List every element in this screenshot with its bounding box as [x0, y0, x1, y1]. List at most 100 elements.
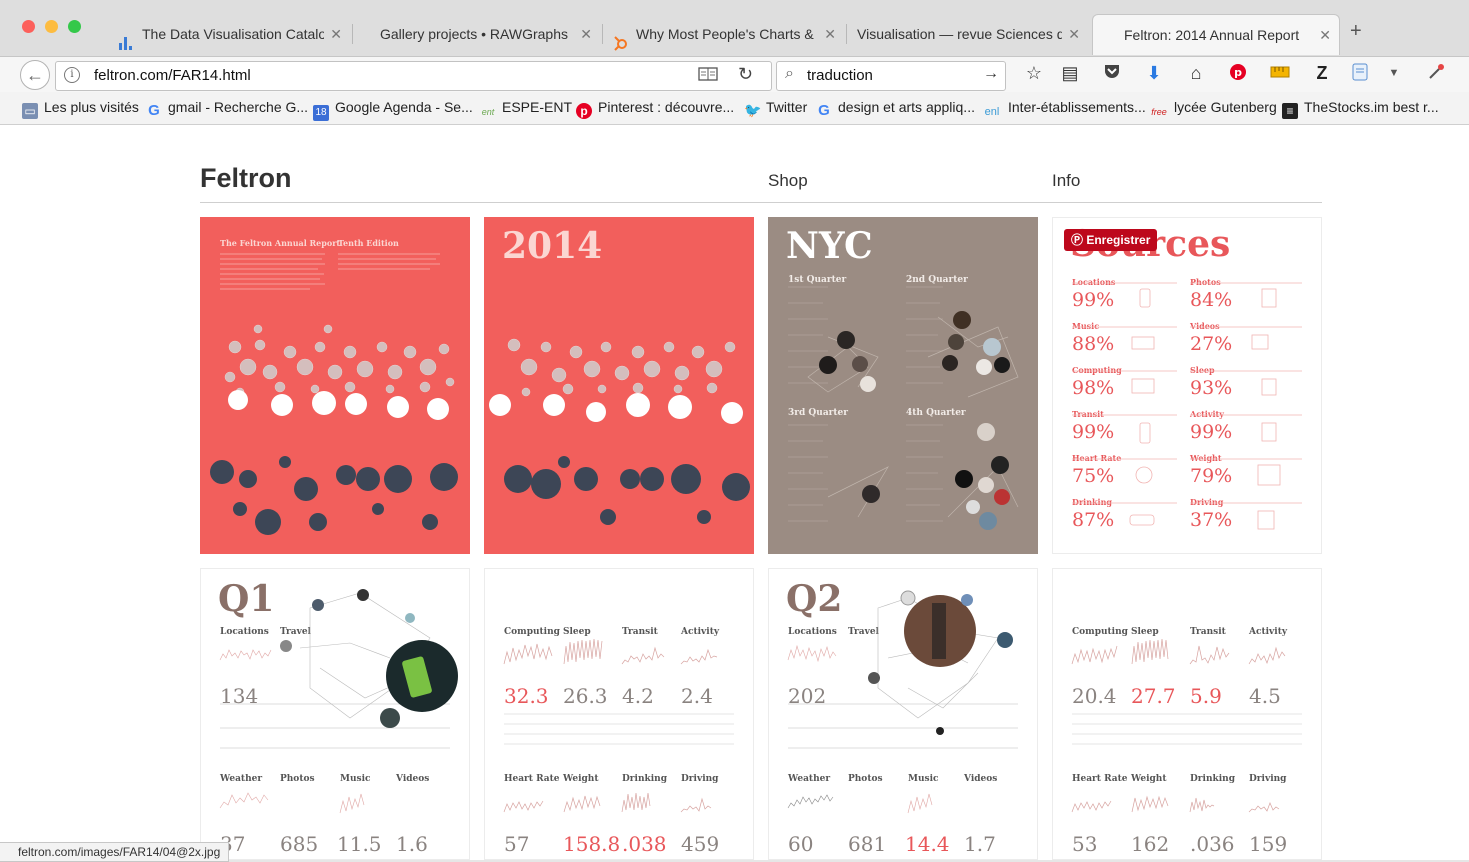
report-page-cover[interactable]: The Feltron Annual Report Tenth Edition	[200, 217, 470, 554]
pinterest-save-label: Enregistrer	[1086, 233, 1151, 247]
bookmark-label: Twitter	[766, 99, 808, 115]
tab-label: Gallery projects • RAWGraphs	[380, 26, 568, 42]
bookmark-google-agenda[interactable]: 18 Google Agenda - Se...	[313, 99, 473, 121]
search-bar[interactable]: ⌕ traduction →	[776, 61, 1006, 91]
q1-stats-sparklines	[503, 638, 734, 813]
tab-feltron-active[interactable]: Feltron: 2014 Annual Report ✕	[1092, 14, 1340, 55]
tab-close-icon[interactable]: ✕	[330, 14, 342, 54]
tab-close-icon[interactable]: ✕	[580, 14, 592, 54]
google-icon: G	[818, 102, 830, 119]
bookmark-lycee-gutenberg[interactable]: free lycée Gutenberg	[1150, 99, 1277, 120]
reload-icon[interactable]: ↻	[738, 64, 753, 85]
status-bar-url: feltron.com/images/FAR14/04@2x.jpg	[0, 842, 230, 862]
bookmark-label: lycée Gutenberg	[1174, 99, 1277, 115]
bookmark-design-arts[interactable]: Gdesign et arts appliq...	[816, 99, 975, 119]
bookmark-pinterest[interactable]: p Pinterest : découvre...	[576, 99, 734, 119]
tab-rawgraphs[interactable]: Gallery projects • RAWGraphs ✕	[352, 14, 600, 54]
bookmark-gmail[interactable]: Ggmail - Recherche G...	[146, 99, 308, 119]
tab-label: Why Most People's Charts & G	[636, 26, 818, 42]
site-info-icon[interactable]: i	[64, 67, 80, 83]
web-page: Feltron Shop Info The Feltron Annual Rep…	[0, 125, 1469, 860]
year-bubble-graphic	[489, 338, 750, 525]
maximize-window-button[interactable]	[68, 20, 81, 33]
report-page-q1-map[interactable]: Q1 Locations Travel 134 Weather Photos M…	[200, 568, 470, 860]
page-icon[interactable]	[1348, 63, 1372, 86]
bookmark-label: Pinterest : découvre...	[598, 99, 735, 115]
pocket-icon[interactable]	[1100, 63, 1124, 84]
tab-separator	[846, 24, 847, 44]
svg-text:p: p	[1234, 66, 1242, 79]
q2-stats-sparklines	[1071, 638, 1302, 813]
bookmark-star-icon[interactable]: ☆	[1022, 63, 1046, 84]
tab-label: Feltron: 2014 Annual Report	[1124, 27, 1300, 43]
bookmark-espe-ent[interactable]: ent ESPE-ENT	[480, 99, 572, 120]
zotero-icon[interactable]: Z	[1310, 63, 1334, 84]
bookmark-label: Les plus visités	[44, 99, 139, 115]
q1-travel-map-graphic	[219, 589, 458, 814]
tab-why-charts[interactable]: Why Most People's Charts & G ✕	[604, 14, 844, 54]
home-icon[interactable]: ⌂	[1184, 63, 1208, 84]
url-text: feltron.com/FAR14.html	[94, 67, 251, 84]
report-page-2014[interactable]: 2014	[484, 217, 754, 554]
site-logo[interactable]: Feltron	[200, 163, 292, 194]
back-arrow-icon: ←	[26, 65, 44, 85]
free-icon: free	[1151, 107, 1167, 117]
pinterest-icon: p	[576, 103, 592, 119]
twitter-icon: 🐦	[744, 102, 762, 118]
pinterest-save-button[interactable]: Ⓟ Enregistrer	[1064, 229, 1158, 251]
tab-close-icon[interactable]: ✕	[824, 14, 836, 54]
thestocks-icon: ≡	[1282, 103, 1298, 119]
bookmark-inter-etablissements[interactable]: enl Inter-établissements...	[982, 99, 1146, 120]
pinterest-icon: Ⓟ	[1071, 233, 1087, 247]
sources-device-icons	[1072, 282, 1302, 530]
calendar-icon: 18	[313, 105, 329, 121]
q2-travel-map-graphic	[787, 590, 1018, 814]
search-go-arrow-icon[interactable]: →	[983, 65, 999, 83]
bookmark-label: design et arts appliq...	[838, 99, 975, 115]
tab-close-icon[interactable]: ✕	[1319, 15, 1331, 55]
dropdown-chevron-icon[interactable]: ▼	[1382, 67, 1406, 79]
nyc-map-graphic	[788, 286, 1019, 530]
report-page-q2-stats[interactable]: Computing Sleep Transit Activity 20.4 27…	[1052, 568, 1322, 860]
report-page-q2-map[interactable]: Q2 Locations Travel 202 Weather Photos M…	[768, 568, 1038, 860]
tab-data-vis-catalog[interactable]: The Data Visualisation Catalog ✕	[110, 14, 350, 54]
minimize-window-button[interactable]	[45, 20, 58, 33]
tab-label: The Data Visualisation Catalog	[142, 26, 324, 42]
ent-icon: ent	[481, 107, 495, 117]
report-page-q1-stats[interactable]: Computing Sleep Transit Activity 32.3 26…	[484, 568, 754, 860]
address-bar[interactable]: i feltron.com/FAR14.html ↻	[55, 61, 772, 91]
browser-tab-strip: The Data Visualisation Catalog ✕ Gallery…	[0, 0, 1469, 56]
new-tab-button[interactable]: +	[1350, 20, 1362, 43]
bookmark-most-visited[interactable]: ▭ Les plus visités	[22, 99, 139, 119]
close-window-button[interactable]	[22, 20, 35, 33]
bar-chart-icon	[118, 26, 134, 50]
search-query: traduction	[807, 67, 873, 84]
bookmark-thestocks[interactable]: ≡ TheStocks.im best r...	[1282, 99, 1439, 119]
report-page-nyc[interactable]: NYC 1st Quarter 2nd Quarter 3rd Quarter …	[768, 217, 1038, 554]
nav-info-link[interactable]: Info	[1052, 171, 1080, 191]
folder-icon: ▭	[22, 103, 38, 119]
enl-icon: enl	[984, 106, 1000, 118]
tab-label: Visualisation — revue Sciences du	[857, 26, 1062, 42]
bookmark-twitter[interactable]: 🐦 Twitter	[744, 99, 807, 118]
bookmark-label: gmail - Recherche G...	[168, 99, 309, 115]
bookmark-label: TheStocks.im best r...	[1304, 99, 1439, 115]
tab-visualisation-revue[interactable]: Visualisation — revue Sciences du ✕	[848, 14, 1088, 54]
ruler-icon[interactable]	[1268, 63, 1292, 84]
tab-separator	[602, 24, 603, 44]
tab-close-icon[interactable]: ✕	[1068, 14, 1080, 54]
search-icon: ⌕	[785, 65, 794, 82]
pinterest-icon[interactable]: p	[1226, 63, 1250, 86]
nav-shop-link[interactable]: Shop	[768, 171, 808, 191]
back-button[interactable]: ←	[20, 60, 50, 90]
google-icon: G	[148, 102, 160, 119]
reader-view-icon[interactable]	[698, 66, 718, 86]
report-page-sources[interactable]: Sources Locations 99% Photos 84% Music 8…	[1052, 217, 1322, 554]
eyedropper-icon[interactable]	[1424, 63, 1448, 86]
bookmarks-menu-icon[interactable]: ▤	[1058, 63, 1082, 84]
bookmark-label: ESPE-ENT	[502, 99, 573, 115]
header-divider	[200, 202, 1322, 203]
hubspot-icon	[612, 26, 628, 51]
download-icon[interactable]: ⬇	[1142, 63, 1166, 84]
cover-bubble-graphic	[210, 253, 458, 535]
